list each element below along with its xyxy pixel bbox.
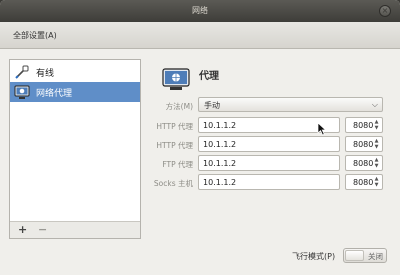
host-value: 10.1.1.2 [203,178,237,187]
method-value: 手动 [204,101,220,110]
chevron-down-icon: ⌵ [371,100,378,109]
ftp-proxy-port-stepper[interactable]: 8080 ▲ ▼ [345,155,383,171]
sidebar-item-network-proxy[interactable]: 网络代理 [10,82,140,102]
network-proxy-icon [14,85,30,99]
sidebar-item-label: 网络代理 [36,88,73,99]
spin-buttons[interactable]: ▲ ▼ [373,157,380,169]
sidebar-item-label: 有线 [36,68,55,79]
network-settings-window: 网络 × 全部设置(A) 有线 网络代理 + − 代理 方法(M) 手动 ⌵ H… [0,0,400,275]
https-proxy-port-stepper[interactable]: 8080 ▲ ▼ [345,136,383,152]
spin-down-icon[interactable]: ▼ [373,144,380,150]
sidebar-item-wired[interactable]: 有线 [10,62,140,82]
host-value: 10.1.1.2 [203,121,237,130]
host-value: 10.1.1.2 [203,159,237,168]
airplane-mode-state: 关闭 [368,252,383,261]
sidebar-footer: + − [10,221,140,238]
airplane-mode-toggle[interactable]: 关闭 [343,248,387,263]
mouse-cursor-icon [317,122,327,136]
spin-down-icon[interactable]: ▼ [373,182,380,188]
close-button[interactable]: × [379,5,391,17]
airplane-mode-label: 飞行模式(P) [292,252,336,261]
https-proxy-label: HTTP 代理 [156,141,193,150]
network-proxy-icon [162,68,190,90]
method-label: 方法(M) [165,102,193,111]
toggle-knob [345,250,364,261]
port-value: 8080 [353,159,374,168]
panel-title: 代理 [199,71,219,82]
title-bar: 网络 × [0,0,400,22]
ftp-proxy-host-input[interactable]: 10.1.1.2 [198,155,340,171]
port-value: 8080 [353,140,374,149]
spin-buttons[interactable]: ▲ ▼ [373,119,380,131]
port-value: 8080 [353,121,374,130]
port-value: 8080 [353,178,374,187]
method-select[interactable]: 手动 ⌵ [198,97,383,112]
https-proxy-host-input[interactable]: 10.1.1.2 [198,136,340,152]
ftp-proxy-label: FTP 代理 [162,160,193,169]
host-value: 10.1.1.2 [203,140,237,149]
http-proxy-port-stepper[interactable]: 8080 ▲ ▼ [345,117,383,133]
spin-buttons[interactable]: ▲ ▼ [373,138,380,150]
remove-connection-button[interactable]: − [38,223,47,236]
socks-host-label: Socks 主机 [153,179,193,188]
add-connection-button[interactable]: + [18,223,27,236]
spin-buttons[interactable]: ▲ ▼ [373,176,380,188]
wired-icon [15,65,29,79]
window-title: 网络 [192,6,208,15]
spin-down-icon[interactable]: ▼ [373,163,380,169]
http-proxy-label: HTTP 代理 [156,122,193,131]
socks-host-input[interactable]: 10.1.1.2 [198,174,340,190]
socks-port-stepper[interactable]: 8080 ▲ ▼ [345,174,383,190]
toolbar: 全部设置(A) [0,22,400,49]
spin-down-icon[interactable]: ▼ [373,125,380,131]
all-settings-button[interactable]: 全部设置(A) [13,30,57,41]
